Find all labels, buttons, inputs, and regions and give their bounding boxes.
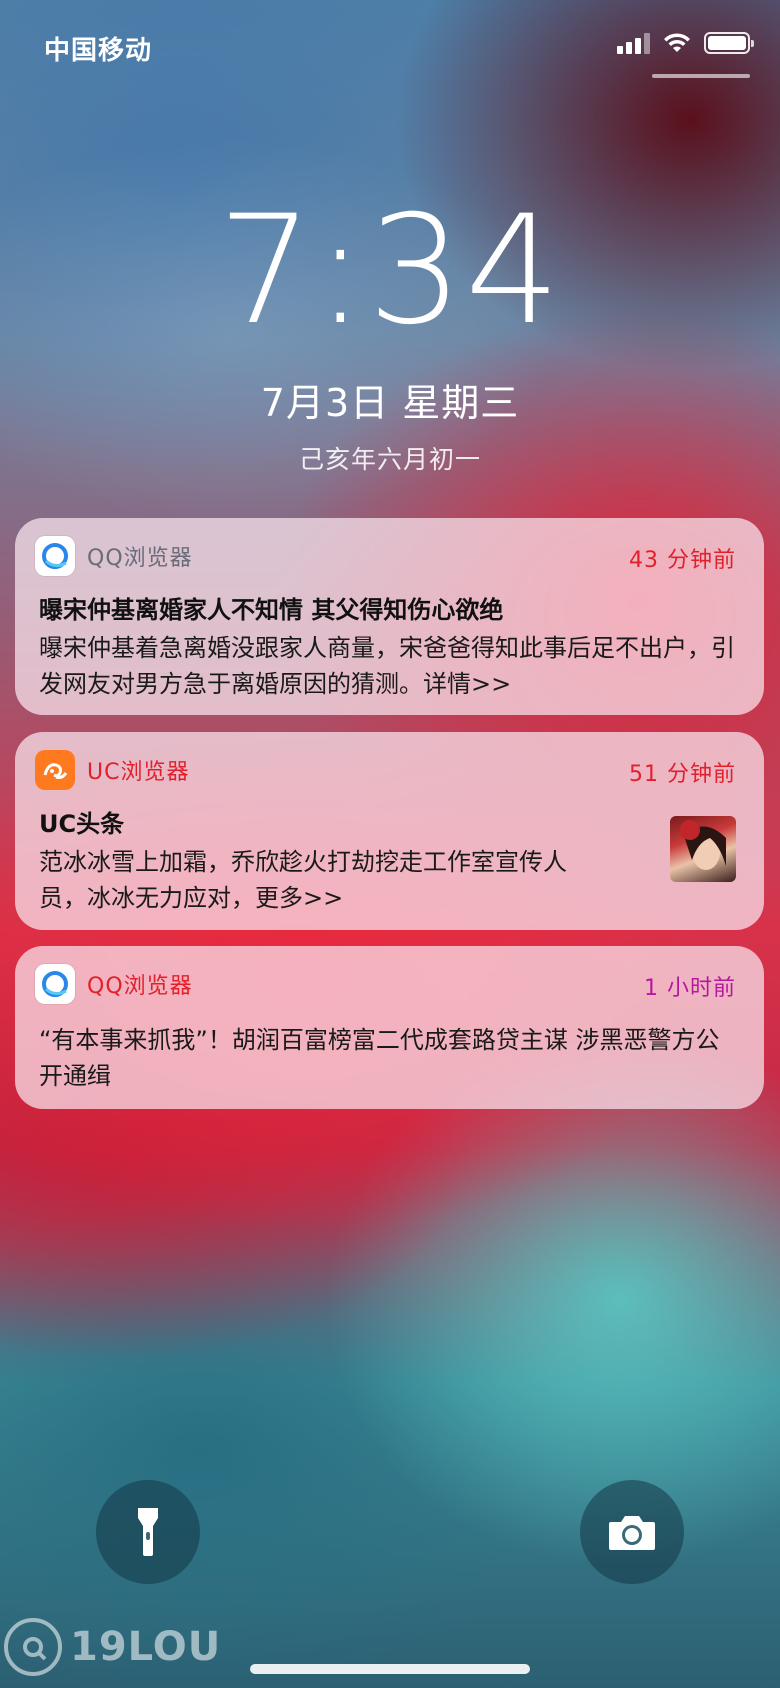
notification-title: 曝宋仲基离婚家人不知情 其父得知伤心欲绝 [39, 596, 504, 624]
uc-browser-icon [35, 750, 75, 790]
flashlight-button[interactable] [96, 1480, 200, 1584]
home-indicator[interactable] [250, 1664, 530, 1674]
camera-icon [609, 1516, 655, 1550]
app-name: UC浏览器 [87, 760, 190, 785]
notification-time: 51 分钟前 [629, 762, 736, 787]
status-bar: 中国移动 [0, 0, 780, 90]
app-name: QQ浏览器 [87, 546, 193, 571]
notification-card[interactable]: QQ浏览器 1 小时前 “有本事来抓我”！胡润百富榜富二代成套路贷主谋 涉黑恶警… [15, 946, 764, 1109]
notification-body: 曝宋仲基着急离婚没跟家人商量，宋爸爸得知此事后足不出户，引发网友对男方急于离婚原… [39, 634, 735, 698]
notification-title: UC头条 [39, 810, 125, 838]
qq-browser-icon [35, 964, 75, 1004]
notification-card[interactable]: QQ浏览器 43 分钟前 曝宋仲基离婚家人不知情 其父得知伤心欲绝 曝宋仲基着急… [15, 518, 764, 715]
notification-thumbnail [670, 816, 736, 882]
notification-time: 1 小时前 [644, 976, 736, 1001]
notification-card[interactable]: UC浏览器 51 分钟前 UC头条 范冰冰雪上加霜，乔欣趁火打劫挖走工作室宣传人… [15, 732, 764, 930]
status-icons [617, 32, 754, 54]
notification-body: 范冰冰雪上加霜，乔欣趁火打劫挖走工作室宣传人员，冰冰无力应对，更多>> [39, 848, 567, 912]
signal-icon [617, 32, 650, 54]
notification-time: 43 分钟前 [629, 548, 736, 573]
flashlight-icon [138, 1508, 158, 1556]
carrier-label: 中国移动 [44, 36, 153, 66]
camera-button[interactable] [580, 1480, 684, 1584]
notification-header: QQ浏览器 1 小时前 [15, 946, 764, 1022]
qq-browser-icon [35, 536, 75, 576]
watermark-logo-icon [4, 1618, 62, 1676]
battery-icon [704, 32, 754, 54]
watermark-text: 19LOU [70, 1624, 222, 1670]
watermark: 19LOU [4, 1618, 221, 1676]
lock-date: 7月3日 星期三 [260, 381, 520, 425]
notification-header: QQ浏览器 43 分钟前 [15, 518, 764, 594]
notification-body: “有本事来抓我”！胡润百富榜富二代成套路贷主谋 涉黑恶警方公开通缉 [39, 1026, 720, 1090]
app-name: QQ浏览器 [87, 974, 193, 999]
wifi-icon [664, 33, 690, 52]
lunar-date: 己亥年六月初一 [298, 445, 481, 474]
lock-clock: 7:34 [217, 184, 563, 358]
control-center-indicator[interactable] [652, 74, 750, 78]
notification-header: UC浏览器 51 分钟前 [15, 732, 764, 808]
